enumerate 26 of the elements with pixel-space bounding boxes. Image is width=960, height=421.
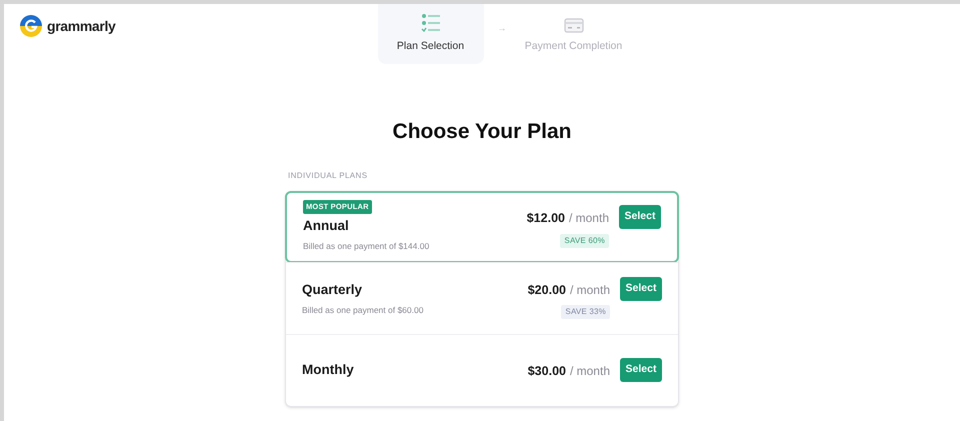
plan-row[interactable]: Monthly $30.00 / month Select [286,334,678,406]
section-label: INDIVIDUAL PLANS [288,170,368,182]
savings-tag: SAVE 33% [561,305,610,320]
price-period: / month [570,282,610,299]
billing-note: Billed as one payment of $144.00 [303,240,430,253]
price-period: / month [570,363,610,380]
select-button[interactable]: Select [619,205,661,230]
page-title: Choose Your Plan [392,119,572,145]
select-button[interactable]: Select [620,276,662,301]
step-tab[interactable]: Plan Selection [378,4,484,64]
plan-row[interactable]: Quarterly Billed as one payment of $60.00 $20.00 / month SAVE 33% Select [286,262,678,334]
savings-tag: SAVE 60% [560,234,609,248]
logo-icon [20,15,42,37]
billing-note: Billed as one payment of $60.00 [302,304,424,316]
price: $20.00 [528,282,566,299]
checklist-icon [420,13,440,33]
select-button[interactable]: Select [620,358,662,382]
plan-name: Annual [303,216,349,235]
plan-name: Quarterly [302,280,362,299]
plan-name: Monthly [302,360,354,379]
price: $30.00 [528,363,566,380]
price: $12.00 [526,210,565,228]
credit-card-icon [564,18,584,33]
step-arrow: → [498,22,506,36]
brand-name: grammarly [47,16,116,36]
price-period: / month [568,210,609,228]
